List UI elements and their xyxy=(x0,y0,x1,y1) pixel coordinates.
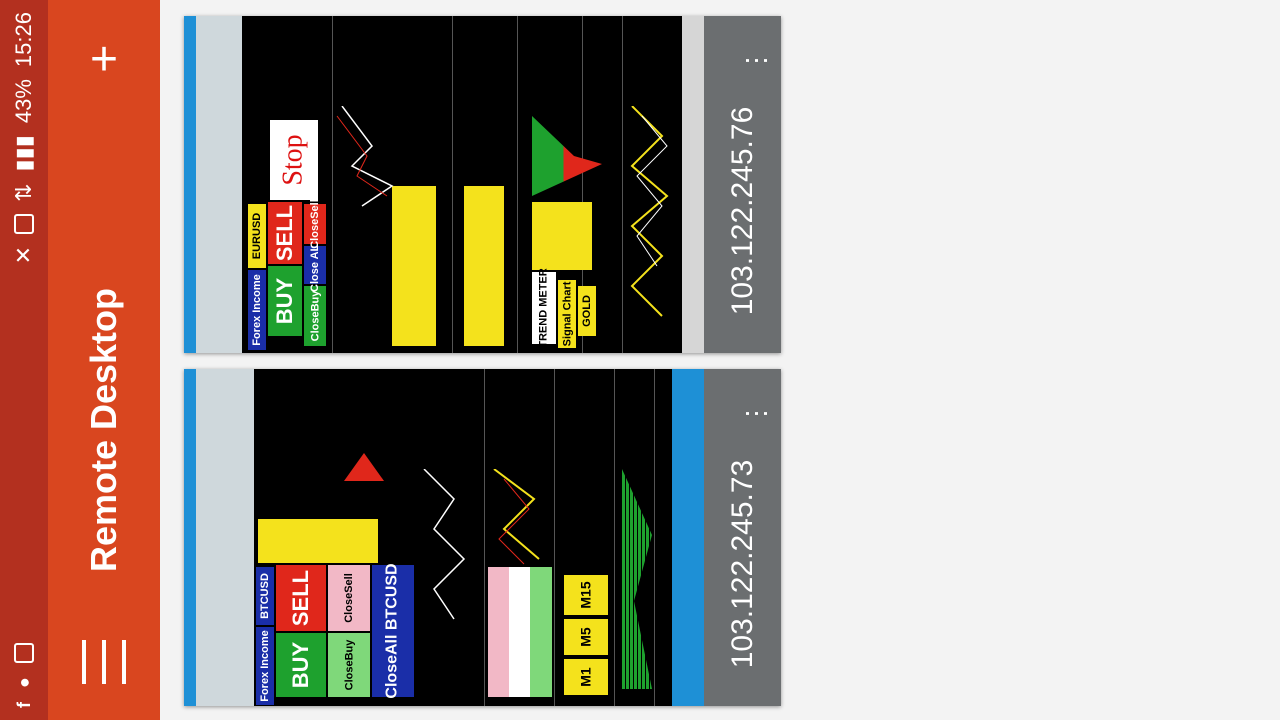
preview-sell-button: SELL xyxy=(276,565,326,631)
hamburger-menu-button[interactable] xyxy=(82,640,126,684)
status-bar: f ● ✕ ⇅ ▮▮▮ 43% 15:26 xyxy=(0,0,48,720)
preview-sell-button: SELL xyxy=(268,202,302,264)
app-title: Remote Desktop xyxy=(83,287,124,573)
terminal-toolbar xyxy=(184,369,255,706)
preview-stop-label: Stop xyxy=(270,120,318,200)
terminal-sidebar xyxy=(672,369,704,706)
data-icon: ⇅ xyxy=(11,183,36,202)
arrow-up-icon xyxy=(344,453,384,481)
connection-card[interactable]: Forex Income EURUSD BUY SELL CloseBuy Cl… xyxy=(184,16,781,353)
preview-buy-button: BUY xyxy=(276,633,326,697)
connection-info: ⋮ 103.122.245.76 xyxy=(704,16,781,353)
add-connection-button[interactable]: + xyxy=(82,36,126,84)
cast-icon xyxy=(14,643,34,664)
connection-ip: 103.122.245.73 xyxy=(725,459,759,669)
connection-card[interactable]: Forex Income BTCUSD BUY SELL CloseBuy Cl… xyxy=(184,369,781,706)
preview-close-all-button: CloseAll BTCUSD xyxy=(372,563,414,699)
app-bar: + Remote Desktop xyxy=(48,0,160,720)
battery-level: 43% xyxy=(11,79,36,124)
preview-buy-button: BUY xyxy=(268,266,302,336)
status-time: 15:26 xyxy=(11,12,36,68)
chart-area: Forex Income BTCUSD BUY SELL CloseBuy Cl… xyxy=(254,369,672,706)
desktop-preview: Forex Income EURUSD BUY SELL CloseBuy Cl… xyxy=(184,16,704,353)
mute-icon: ✕ xyxy=(11,245,36,265)
chart-area: Forex Income EURUSD BUY SELL CloseBuy Cl… xyxy=(242,16,682,353)
facebook-icon: f xyxy=(13,702,34,708)
signal-icon: ▮▮▮ xyxy=(11,135,36,172)
android-icon: ● xyxy=(13,677,34,688)
terminal-toolbar xyxy=(184,16,243,353)
sim-icon xyxy=(14,213,34,234)
terminal-sidebar xyxy=(682,16,704,353)
hamburger-menu-icon xyxy=(82,640,86,684)
connection-ip: 103.122.245.76 xyxy=(725,106,759,316)
desktop-preview: Forex Income BTCUSD BUY SELL CloseBuy Cl… xyxy=(184,369,704,706)
plus-icon: + xyxy=(89,33,119,86)
connection-info: ⋮ 103.122.245.73 xyxy=(704,369,781,706)
